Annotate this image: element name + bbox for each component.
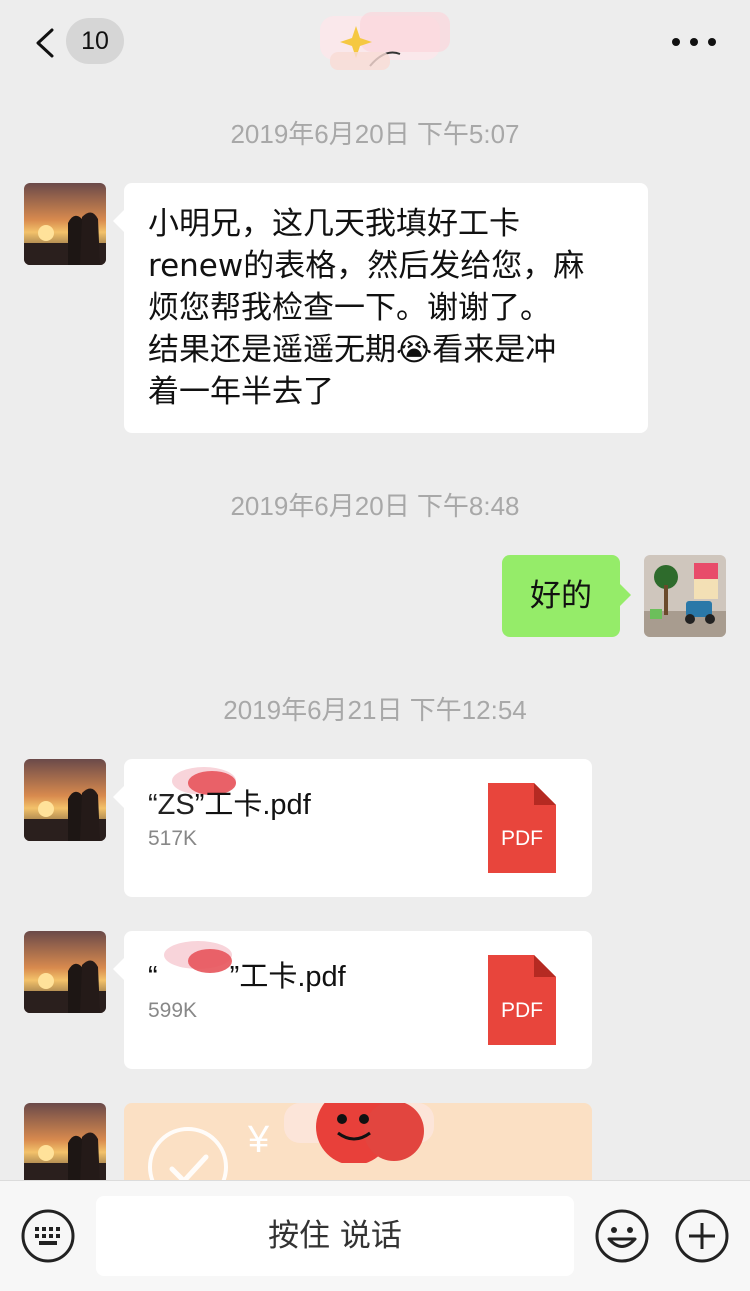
timestamp: 2019年6月20日 下午8:48 <box>230 491 520 521</box>
file-name: “ZS”工卡.pdf <box>148 789 311 821</box>
avatar-image <box>24 1103 106 1185</box>
redacted-amount-mark <box>284 1103 434 1163</box>
received-message-bubble[interactable]: 小明兄，这几天我填好工卡 renew的表格，然后发给您，麻 烦您帮我检查一下。谢… <box>113 183 648 433</box>
transfer-amount: ¥ <box>248 1119 270 1161</box>
more-dots-icon <box>672 38 680 46</box>
contact-avatar[interactable] <box>24 931 106 1013</box>
chat-input-bar: 按住 说话 <box>0 1180 750 1291</box>
file-size: 517K <box>148 827 198 850</box>
chat-title-redacted <box>320 12 450 70</box>
plus-circle-icon[interactable] <box>674 1208 730 1264</box>
pdf-label: PDF <box>501 999 543 1022</box>
avatar-image <box>24 183 106 265</box>
transfer-check-icon <box>148 1127 228 1180</box>
file-message-bubble[interactable]: “”工卡.pdf 599K PDF <box>113 931 592 1069</box>
contact-avatar[interactable] <box>24 1103 106 1185</box>
emoji-face-icon[interactable] <box>594 1208 650 1264</box>
my-avatar[interactable] <box>644 555 726 637</box>
message-text: 好的 <box>530 578 592 614</box>
timestamp: 2019年6月21日 下午12:54 <box>223 695 527 725</box>
more-options-button[interactable] <box>668 24 720 60</box>
file-name: “”工卡.pdf <box>148 961 346 993</box>
message-text: 小明兄，这几天我填好工卡 renew的表格，然后发给您，麻 烦您帮我检查一下。谢… <box>148 206 585 410</box>
contact-avatar[interactable] <box>24 759 106 841</box>
timestamp: 2019年6月20日 下午5:07 <box>230 119 520 149</box>
file-size: 599K <box>148 999 198 1022</box>
pdf-label: PDF <box>501 827 543 850</box>
unread-count-badge: 10 <box>66 18 124 64</box>
keyboard-icon[interactable] <box>20 1208 76 1264</box>
back-button[interactable]: 10 <box>28 18 128 66</box>
file-message-bubble[interactable]: “ZS”工卡.pdf 517K PDF <box>113 759 592 897</box>
chevron-left-icon <box>36 28 54 58</box>
avatar-image <box>24 931 106 1013</box>
crying-emoji: 😭 <box>396 332 433 368</box>
avatar-image <box>24 759 106 841</box>
sent-message-bubble[interactable]: 好的 <box>502 555 631 637</box>
contact-avatar[interactable] <box>24 183 106 265</box>
hold-to-talk-button[interactable]: 按住 说话 <box>96 1196 574 1276</box>
avatar-image <box>644 555 726 637</box>
transfer-message-bubble[interactable]: ¥ <box>124 1103 592 1180</box>
chat-header: 10 <box>0 0 750 84</box>
